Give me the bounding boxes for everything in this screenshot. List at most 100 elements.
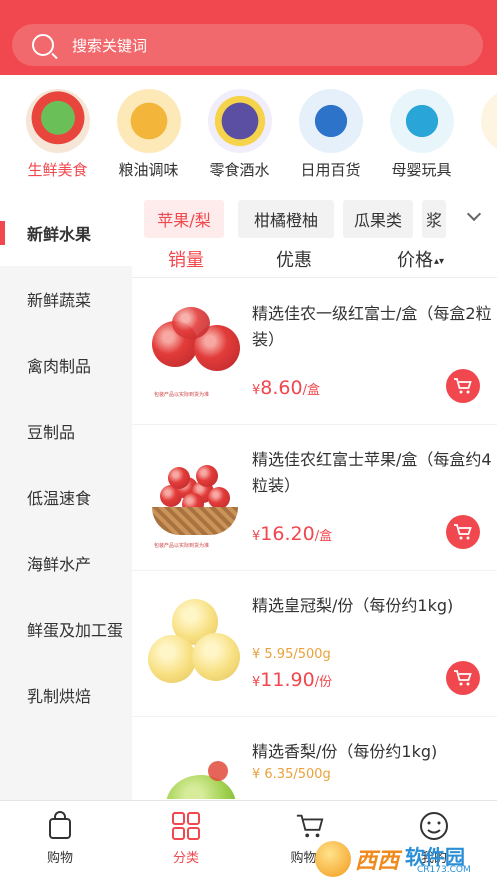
apple-shape [172, 307, 210, 339]
watermark-brand: 西西 [355, 849, 400, 874]
category-snacks-drinks[interactable]: 零食酒水 [194, 75, 285, 190]
tab-label: 浆 [426, 211, 443, 230]
watermark-ball-icon [315, 841, 351, 877]
detergent-icon [298, 89, 363, 153]
sidebar-item-label: 新鲜水果 [27, 225, 92, 244]
tab-label: 柑橘橙柚 [253, 211, 318, 230]
pear-shape [166, 775, 236, 799]
category-label: 母婴玩具 [391, 161, 452, 179]
sort-price[interactable]: 价格▴▾ [397, 246, 444, 272]
sidebar-item-label: 乳制烘焙 [27, 687, 92, 706]
chevron-down-icon[interactable] [466, 206, 482, 222]
cart-icon [296, 814, 324, 838]
bottom-nav: 购物 分类 购物车 我的 西西 软件园 CR173.COM [0, 800, 497, 883]
product-price: ¥8.60/盒 [252, 377, 320, 399]
sidebar-item-label: 海鲜水产 [27, 555, 92, 574]
pear-image [146, 593, 246, 703]
sort-sales[interactable]: 销量 [168, 246, 204, 272]
product-card[interactable]: 精选皇冠梨/份（每份约1kg) ¥ 5.95/500g ¥11.90/份 [132, 571, 497, 717]
product-price: ¥11.90/份 [252, 669, 333, 691]
sidebar-item-dairy-bakery[interactable]: 乳制烘焙 [0, 662, 132, 728]
category-daily-goods[interactable]: 日用百货 [285, 75, 376, 190]
tab-label: 瓜果类 [353, 211, 402, 230]
snack-box-icon [207, 89, 272, 153]
sidebar-item-label: 豆制品 [27, 423, 76, 442]
tab-citrus[interactable]: 柑橘橙柚 [238, 200, 334, 238]
product-name[interactable]: 精选佳农一级红富士/盒（每盒2粒装） [252, 301, 492, 353]
product-card[interactable]: 包装产品以实际到货为准 精选佳农红富士苹果/盒（每盒约4粒装） ¥16.20/盒 [132, 425, 497, 571]
app-screen: 搜索关键词 生鲜美食 粮油调味 零食酒水 日用百货 母婴玩具 美妆 [0, 0, 497, 883]
category-label: 生鲜美食 [27, 161, 88, 179]
sort-price-label: 价格 [397, 250, 433, 271]
unit-price: ¥ 5.95/500g [252, 647, 331, 662]
sidebar-item-label: 禽肉制品 [27, 357, 92, 376]
add-to-cart-button[interactable] [446, 661, 480, 695]
product-name[interactable]: 精选佳农红富士苹果/盒（每盒约4粒装） [252, 447, 492, 499]
nav-shopping[interactable]: 购物 [0, 801, 120, 883]
product-card[interactable]: 包装产品以实际到货为准 精选佳农一级红富士/盒（每盒2粒装） ¥8.60/盒 [132, 279, 497, 425]
sidebar-item-frozen-food[interactable]: 低温速食 [0, 464, 132, 530]
add-to-cart-button[interactable] [446, 515, 480, 549]
apple-shape [196, 465, 218, 487]
oil-bottle-icon [116, 89, 181, 153]
cart-icon [454, 670, 472, 686]
sidebar-item-seafood[interactable]: 海鲜水产 [0, 530, 132, 596]
shopping-bag-icon [49, 811, 71, 839]
cart-icon [454, 378, 472, 394]
image-caption: 包装产品以实际到货为准 [154, 543, 210, 549]
sidebar-item-fresh-vegetables[interactable]: 新鲜蔬菜 [0, 266, 132, 332]
category-label: 零食酒水 [209, 161, 270, 179]
sidebar-item-label: 低温速食 [27, 489, 92, 508]
sidebar-item-label: 鲜蛋及加工蛋 [27, 621, 124, 640]
nav-label: 分类 [172, 851, 199, 866]
add-to-cart-button[interactable] [446, 369, 480, 403]
category-baby-toys[interactable]: 母婴玩具 [376, 75, 467, 190]
product-name[interactable]: 精选香梨/份（每份约1kg) [252, 739, 492, 765]
subcategory-tabs: 苹果/梨 柑橘橙柚 瓜果类 浆 [132, 200, 497, 244]
tab-label: 苹果/梨 [157, 211, 211, 230]
image-caption: 包装产品以实际到货为准 [154, 392, 210, 398]
watermark-url: CR173.COM [417, 865, 471, 875]
category-label: 粮油调味 [118, 161, 179, 179]
apple-basket-image: 包装产品以实际到货为准 [146, 447, 246, 557]
category-fresh-food[interactable]: 生鲜美食 [12, 75, 103, 190]
pear-shape [148, 635, 196, 683]
sort-arrows-icon: ▴▾ [434, 256, 445, 267]
search-icon [32, 34, 54, 56]
nav-label: 购物 [46, 851, 73, 866]
tab-apple-pear[interactable]: 苹果/梨 [144, 200, 224, 238]
unit-price: ¥ 6.35/500g [252, 767, 331, 782]
category-grain-oil[interactable]: 粮油调味 [103, 75, 194, 190]
nav-category[interactable]: 分类 [126, 801, 246, 883]
sidebar-item-eggs[interactable]: 鲜蛋及加工蛋 [0, 596, 132, 662]
category-strip: 生鲜美食 粮油调味 零食酒水 日用百货 母婴玩具 美妆 [0, 75, 497, 190]
sidebar: 新鲜水果 新鲜蔬菜 禽肉制品 豆制品 低温速食 海鲜水产 鲜蛋及加工蛋 乳制烘焙 [0, 200, 132, 800]
search-placeholder[interactable]: 搜索关键词 [72, 35, 147, 56]
pear-shape [192, 633, 240, 681]
watermark-logo: 西西 软件园 CR173.COM [315, 839, 493, 879]
sort-bar: 销量 优惠 价格▴▾ [132, 244, 497, 278]
sort-discount[interactable]: 优惠 [276, 246, 312, 272]
grid-icon [172, 812, 200, 840]
product-price: ¥16.20/盒 [252, 523, 333, 545]
apple-shape [168, 467, 190, 489]
apple-shape [208, 487, 230, 509]
tab-berries[interactable]: 浆 [422, 200, 446, 238]
basket-shape [152, 507, 238, 535]
tab-melons[interactable]: 瓜果类 [343, 200, 413, 238]
category-beauty[interactable]: 美妆 [467, 75, 497, 190]
search-bar[interactable]: 搜索关键词 [12, 24, 483, 66]
apple-box-image: 包装产品以实际到货为准 [146, 301, 246, 411]
smiley-icon [420, 812, 448, 840]
product-name[interactable]: 精选皇冠梨/份（每份约1kg) [252, 593, 492, 619]
header: 搜索关键词 [0, 0, 497, 75]
cart-icon [454, 524, 472, 540]
product-card[interactable]: 精选香梨/份（每份约1kg) ¥ 6.35/500g [132, 717, 497, 799]
milk-powder-icon [389, 89, 454, 153]
sidebar-item-bean-products[interactable]: 豆制品 [0, 398, 132, 464]
fresh-food-icon [25, 89, 90, 153]
sidebar-item-fresh-fruit[interactable]: 新鲜水果 [0, 200, 132, 266]
product-list: 包装产品以实际到货为准 精选佳农一级红富士/盒（每盒2粒装） ¥8.60/盒 包… [132, 279, 497, 799]
sidebar-item-poultry-meat[interactable]: 禽肉制品 [0, 332, 132, 398]
fragrant-pear-image [146, 739, 246, 799]
